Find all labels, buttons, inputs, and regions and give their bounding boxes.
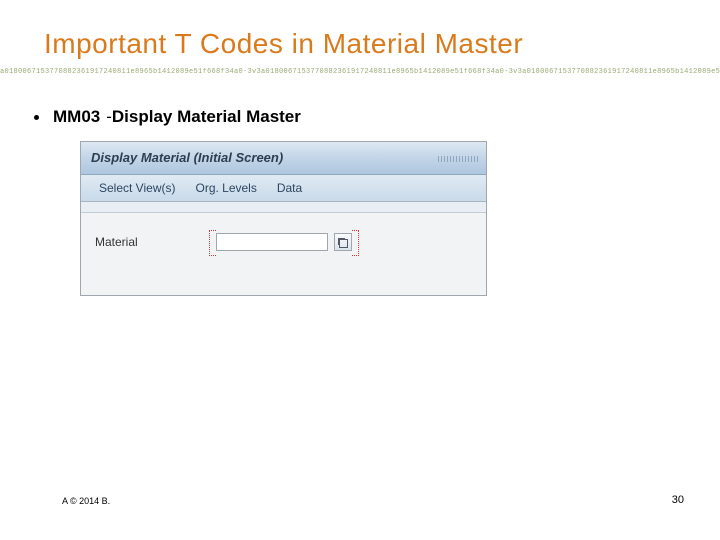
required-bracket-right-icon (352, 230, 359, 256)
decorative-ribbon: a0180067153770882361917240811e8965b14120… (0, 68, 720, 77)
copyright: A © 2014 B. (62, 496, 110, 506)
sap-titlebar: Display Material (Initial Screen) (81, 142, 486, 175)
search-help-icon (339, 239, 348, 248)
slide-title: Important T Codes in Material Master (0, 0, 720, 68)
required-bracket-left-icon (209, 230, 216, 256)
bullet-mm03: MM03 - Display Material Master (0, 77, 720, 127)
material-label: Material (95, 235, 138, 249)
sap-menu-bar: Select View(s) Org. Levels Data (81, 175, 486, 202)
bullet-tcode: MM03 (53, 107, 100, 127)
sap-window: Display Material (Initial Screen) Select… (80, 141, 487, 296)
sap-window-title: Display Material (Initial Screen) (91, 150, 283, 165)
material-field-wrap (216, 233, 352, 251)
bullet-dot-icon (34, 115, 39, 120)
menu-select-views[interactable]: Select View(s) (89, 181, 185, 195)
menu-org-levels[interactable]: Org. Levels (185, 181, 266, 195)
bullet-desc: Display Material Master (112, 107, 301, 127)
menu-data[interactable]: Data (267, 181, 312, 195)
material-input[interactable] (216, 233, 328, 251)
sap-toolbar (81, 202, 486, 213)
sap-body: Material (81, 213, 486, 295)
search-help-button[interactable] (334, 233, 352, 251)
titlebar-grip-icon (438, 156, 478, 162)
page-number: 30 (672, 494, 684, 506)
